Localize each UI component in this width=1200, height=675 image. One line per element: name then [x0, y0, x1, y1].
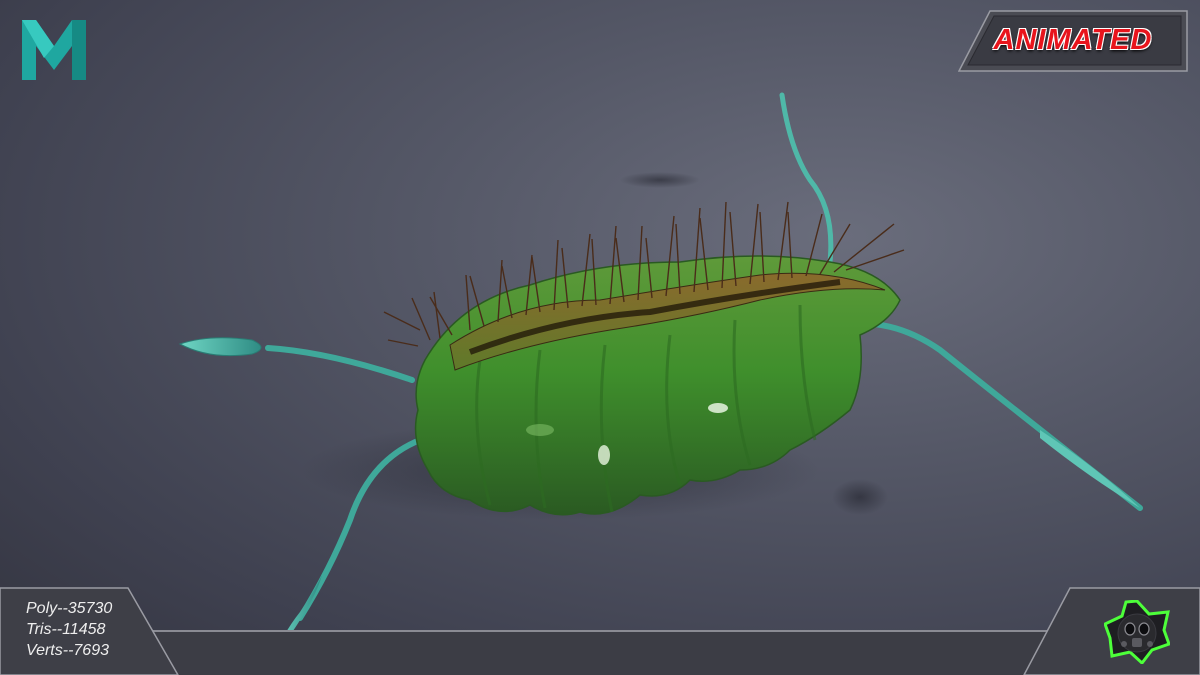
tris-count: Tris--11458 — [26, 621, 106, 638]
creature-body — [414, 255, 901, 516]
left-tendril — [178, 337, 415, 383]
maya-logo-icon — [22, 20, 86, 80]
mesh-stats-panel: Poly--35730 Tris--11458 Verts--7693 — [26, 598, 156, 661]
gas-mask-icon — [1104, 600, 1170, 664]
poly-count: Poly--35730 — [26, 600, 113, 617]
animated-badge-label: ANIMATED — [993, 23, 1153, 56]
right-tendril — [852, 319, 1143, 511]
viewport[interactable] — [0, 0, 1200, 675]
bottom-info-bar — [0, 587, 1200, 675]
verts-count: Verts--7693 — [26, 642, 109, 659]
